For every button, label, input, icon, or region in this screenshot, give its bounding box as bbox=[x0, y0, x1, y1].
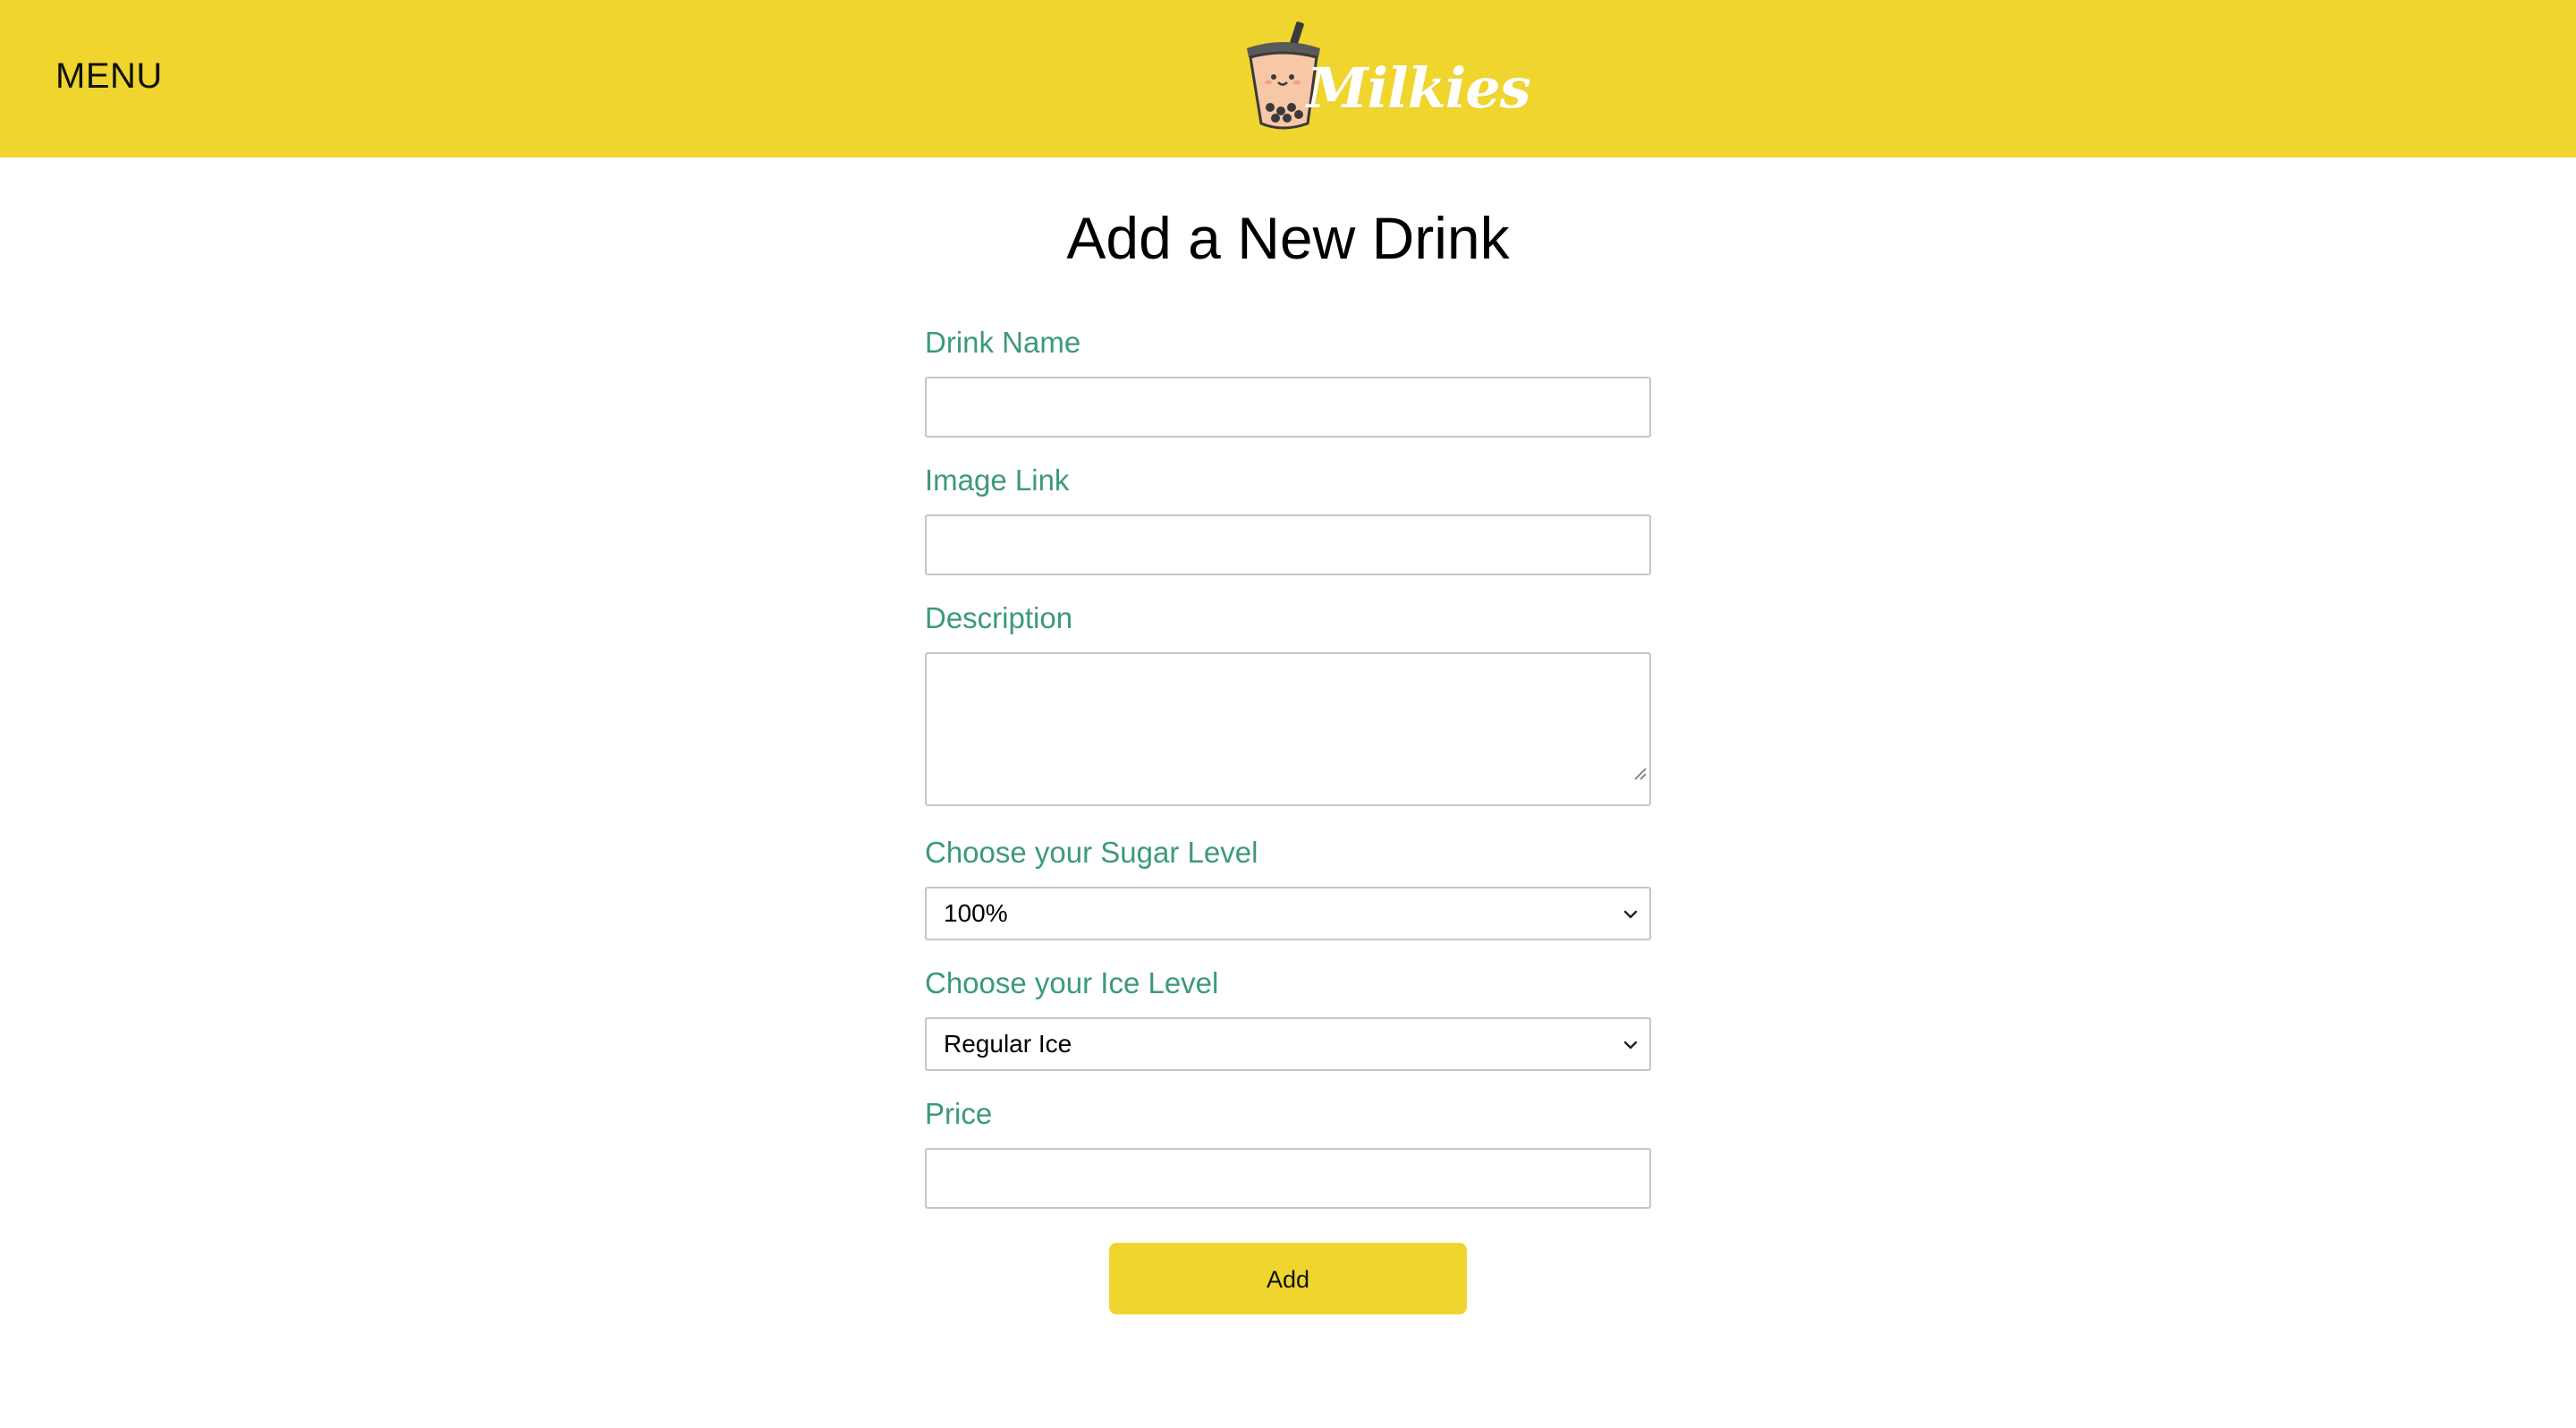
brand-logo[interactable]: Milkies bbox=[1238, 18, 1531, 134]
brand-name: Milkies bbox=[1307, 55, 1531, 121]
page-title: Add a New Drink bbox=[1066, 205, 1510, 271]
ice-level-label: Choose your Ice Level bbox=[925, 966, 1219, 999]
image-link-input[interactable] bbox=[925, 514, 1651, 575]
chevron-down-icon bbox=[1623, 910, 1638, 919]
resize-grip-icon[interactable] bbox=[1631, 765, 1648, 781]
description-wrapper bbox=[925, 652, 1651, 806]
sugar-level-value: 100% bbox=[944, 899, 1008, 927]
add-button[interactable]: Add bbox=[1109, 1243, 1467, 1314]
image-link-label: Image Link bbox=[925, 463, 1070, 497]
ice-level-value: Regular Ice bbox=[944, 1030, 1072, 1058]
drink-name-label: Drink Name bbox=[925, 326, 1081, 359]
price-label: Price bbox=[925, 1097, 993, 1130]
description-textarea[interactable] bbox=[925, 652, 1651, 806]
description-label: Description bbox=[925, 601, 1073, 634]
menu-button[interactable]: MENU bbox=[55, 55, 163, 97]
drink-name-input[interactable] bbox=[925, 377, 1651, 438]
chevron-down-icon bbox=[1623, 1041, 1638, 1050]
top-header: MENU Milkies bbox=[0, 0, 2576, 157]
sugar-level-label: Choose your Sugar Level bbox=[925, 836, 1258, 869]
ice-level-select[interactable]: Regular Ice bbox=[925, 1017, 1651, 1071]
sugar-level-select[interactable]: 100% bbox=[925, 887, 1651, 940]
add-drink-form: Drink Name Image Link Description Choose… bbox=[925, 318, 1651, 1227]
price-input[interactable] bbox=[925, 1148, 1651, 1209]
